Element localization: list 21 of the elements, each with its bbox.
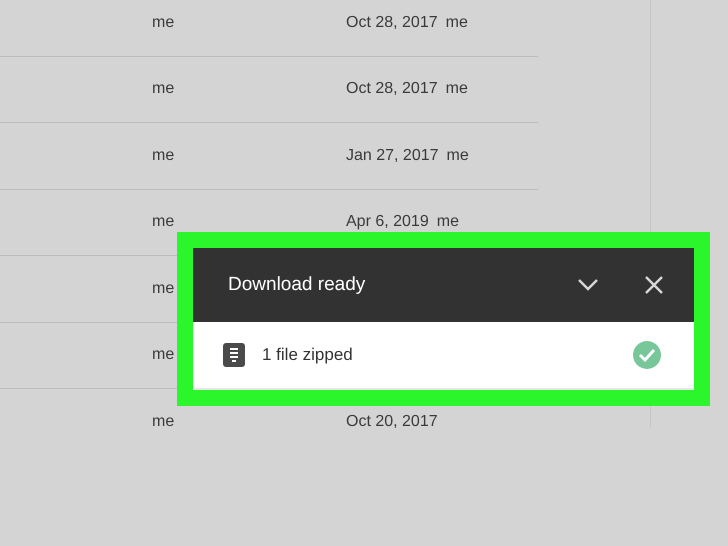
owner-name: me bbox=[152, 14, 174, 31]
owner-name: me bbox=[152, 280, 174, 297]
modifier-name: me bbox=[446, 12, 468, 33]
document-icon bbox=[223, 343, 245, 367]
owner-name: me bbox=[152, 412, 174, 428]
item-label: 1 file zipped bbox=[262, 344, 354, 366]
modified-date: Jan 27, 2017 bbox=[346, 146, 439, 166]
modified-date: Oct 28, 2017 bbox=[346, 79, 438, 100]
modifier-name: me bbox=[446, 79, 468, 100]
panel-title: Download ready bbox=[228, 272, 366, 297]
chevron-icon bbox=[577, 278, 599, 292]
modified-date: Oct 28, 2017 bbox=[346, 12, 438, 33]
owner-name: me bbox=[152, 213, 174, 230]
owner-name: me bbox=[152, 146, 174, 164]
owner-name: me bbox=[152, 80, 174, 98]
modified-date: Oct 20, 2017 bbox=[346, 412, 438, 428]
modified-date: Apr 6, 2019 bbox=[346, 212, 429, 232]
modifier-name: me bbox=[446, 146, 469, 166]
owner-name: me bbox=[152, 346, 174, 364]
close-icon bbox=[644, 275, 664, 295]
modifier-name: me bbox=[436, 212, 459, 232]
